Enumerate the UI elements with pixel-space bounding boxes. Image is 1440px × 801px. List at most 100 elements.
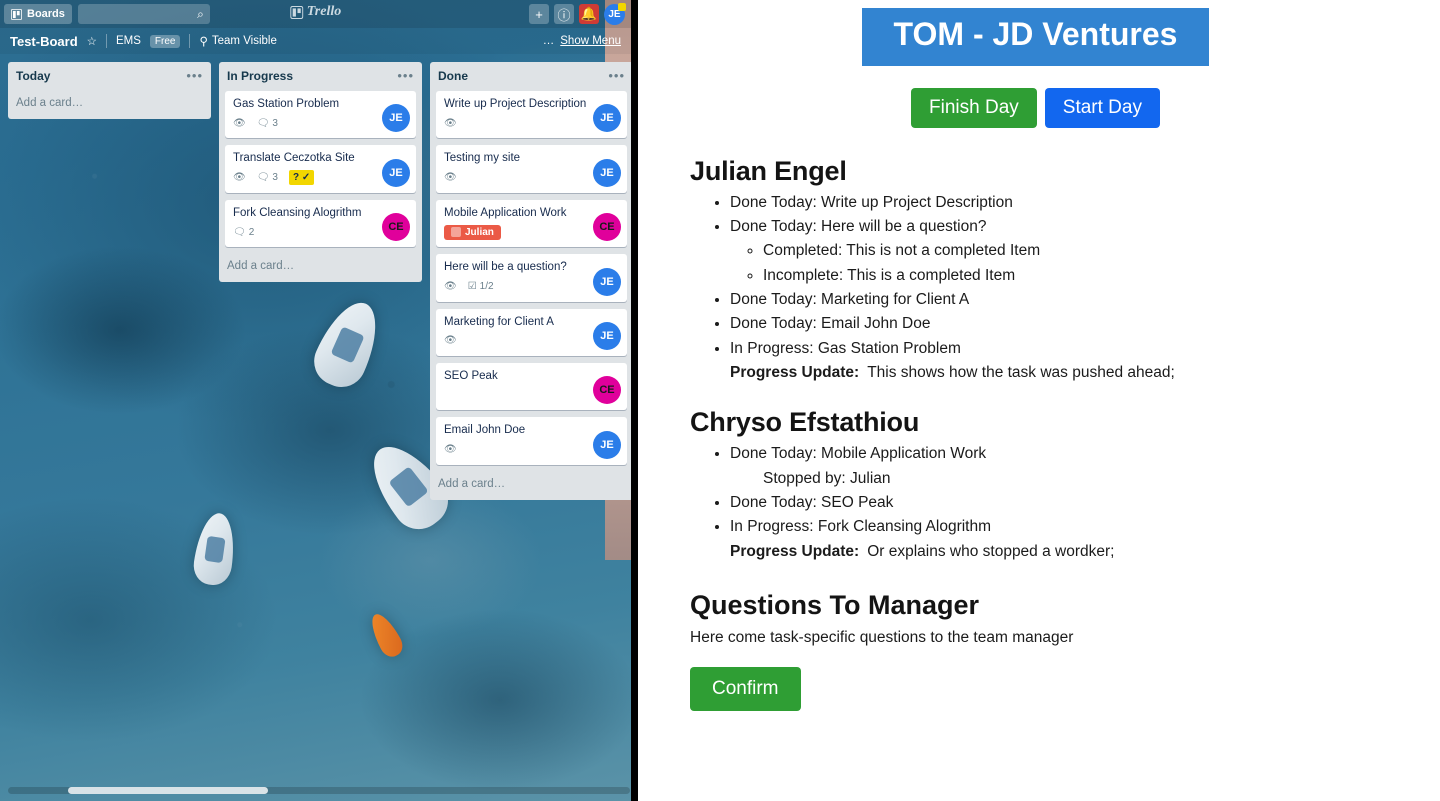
report-title: TOM - JD Ventures [862, 8, 1209, 66]
card-avatar[interactable]: JE [593, 158, 621, 187]
watch-icon: 👁 [444, 335, 457, 347]
day-buttons: Finish Day Start Day [638, 87, 1433, 128]
question-badge: ? ✓ [288, 170, 315, 186]
list-item-label: Done Today: Mobile Application Work [730, 445, 987, 463]
watch-icon: 👁 [233, 117, 246, 129]
add-icon[interactable]: + [529, 4, 549, 24]
visibility-button[interactable]: ⚲ Team Visible [199, 34, 276, 48]
search-box[interactable]: ⌕ [77, 4, 210, 24]
progress-update-text: Or explains who stopped a wordker; [867, 542, 1115, 560]
card[interactable]: Testing my site 👁 JE [436, 145, 627, 193]
card[interactable]: Fork Cleansing Alogrithm 🗨 2 CE [225, 199, 416, 248]
add-card-button[interactable]: Add a card… [14, 91, 205, 119]
progress-update: Progress Update: Or explains who stopped … [730, 540, 1433, 564]
visibility-label: Team Visible [211, 35, 277, 47]
list-header: In Progress ••• [225, 68, 416, 91]
card-avatar[interactable]: CE [593, 213, 621, 242]
comment-count: 3 [272, 172, 278, 184]
confirm-button[interactable]: Confirm [690, 667, 801, 712]
list-item: Done Today: Mobile Application Work Stop… [730, 442, 1433, 491]
progress-update-label: Progress Update: [730, 364, 860, 382]
comment-badge: 🗨 3 [257, 118, 278, 129]
search-icon: ⌕ [197, 7, 204, 21]
task-list: Done Today: Write up Project Description… [730, 191, 1433, 361]
card-avatar[interactable]: JE [593, 321, 621, 350]
app-root: Boards ⌕ Trello + ⓘ 🔔 JE Test-Board ☆ EM… [0, 0, 1440, 801]
list-today: Today ••• Add a card… [8, 62, 211, 119]
team-name[interactable]: EMS [116, 35, 141, 47]
card-avatar[interactable]: JE [593, 430, 621, 459]
list-item: Done Today: Marketing for Client A [730, 288, 1433, 312]
card-title: Write up Project Description [444, 98, 587, 110]
trello-logo: Trello [289, 4, 341, 20]
card-title: Here will be a question? [444, 261, 567, 274]
list-title: Today [16, 69, 51, 83]
list-header: Today ••• [14, 68, 205, 91]
search-input[interactable] [77, 4, 210, 24]
finish-day-button[interactable]: Finish Day [911, 87, 1037, 128]
card-avatar[interactable]: JE [382, 158, 410, 187]
divider [105, 34, 107, 48]
board-header: Test-Board ☆ EMS Free ⚲ Team Visible … S… [0, 28, 631, 54]
card-title: SEO Peak [444, 369, 498, 382]
card-label[interactable]: Julian [444, 224, 501, 240]
card-title: Marketing for Client A [444, 315, 554, 328]
add-card-button[interactable]: Add a card… [225, 254, 416, 282]
ellipsis-icon[interactable]: ••• [186, 69, 203, 82]
watch-icon: 👁 [444, 444, 457, 456]
start-day-button[interactable]: Start Day [1044, 87, 1160, 128]
card[interactable]: Translate Ceczotka Site 👁 🗨 3 ? ✓ JE [225, 145, 416, 193]
ellipsis-icon[interactable]: ••• [608, 69, 625, 82]
card-title: Fork Cleansing Alogrithm [233, 206, 362, 219]
card[interactable]: Gas Station Problem 👁 🗨 3 JE [225, 91, 416, 139]
info-icon[interactable]: ⓘ [554, 4, 574, 24]
list-item: Done Today: Here will be a question? Com… [730, 215, 1433, 288]
list-item-label: Done Today: Here will be a question? [730, 218, 987, 236]
list-done: Done ••• Write up Project Description 👁 … [430, 62, 631, 500]
person-block-chryso-efstathiou: Chryso Efstathiou Done Today: Mobile App… [690, 407, 1433, 564]
person-icon: ⚲ [199, 36, 208, 48]
bell-icon[interactable]: 🔔 [579, 4, 599, 24]
list-item: Incomplete: This is a completed Item [763, 264, 1433, 288]
card[interactable]: Mobile Application Work Julian CE [436, 199, 627, 248]
comment-count: 2 [248, 226, 255, 238]
card[interactable]: Here will be a question? 👁 ☑ 1/2 JE [436, 254, 627, 302]
scrollbar-thumb[interactable] [68, 787, 268, 794]
ellipsis-icon: … [542, 35, 555, 47]
page-title: Test-Board [10, 33, 78, 49]
topbar-right-actions: + ⓘ 🔔 JE [529, 2, 627, 25]
avatar[interactable]: JE [604, 2, 626, 25]
person-name: Chryso Efstathiou [690, 407, 920, 438]
comment-badge: 🗨 2 [233, 227, 254, 238]
show-menu-button[interactable]: … Show Menu [543, 35, 621, 47]
comment-icon: 🗨 [256, 172, 270, 184]
add-card-button[interactable]: Add a card… [436, 472, 627, 500]
card-title: Email John Doe [444, 424, 526, 437]
list-item: Done Today: SEO Peak [730, 491, 1433, 515]
star-icon[interactable]: ☆ [87, 34, 97, 48]
card-avatar[interactable]: JE [593, 267, 621, 296]
comment-badge: 🗨 3 [257, 172, 278, 183]
divider [189, 34, 191, 48]
boards-button[interactable]: Boards [4, 4, 72, 24]
watch-icon: 👁 [233, 172, 246, 184]
avatar-badge-icon [618, 2, 626, 11]
progress-update-text: This shows how the task was pushed ahead… [867, 364, 1175, 382]
comment-icon: 🗨 [256, 117, 270, 129]
trello-board-panel: Boards ⌕ Trello + ⓘ 🔔 JE Test-Board ☆ EM… [0, 0, 638, 801]
list-item: In Progress: Fork Cleansing Alogrithm [730, 515, 1433, 539]
report-panel: TOM - JD Ventures Finish Day Start Day J… [638, 0, 1433, 801]
board-horizontal-scrollbar[interactable] [0, 785, 631, 795]
card[interactable]: Email John Doe 👁 JE [436, 417, 627, 465]
boards-button-label: Boards [27, 8, 65, 20]
ellipsis-icon[interactable]: ••• [397, 69, 414, 82]
card[interactable]: Write up Project Description 👁 JE [436, 91, 627, 139]
card-title: Mobile Application Work [444, 206, 567, 219]
list-title: Done [438, 69, 468, 83]
card-avatar[interactable]: CE [382, 213, 410, 242]
card[interactable]: SEO Peak CE [436, 362, 627, 411]
comment-count: 3 [272, 117, 278, 129]
card[interactable]: Marketing for Client A 👁 JE [436, 308, 627, 356]
report-body: Julian Engel Done Today: Write up Projec… [638, 128, 1433, 712]
plan-badge[interactable]: Free [149, 34, 181, 48]
